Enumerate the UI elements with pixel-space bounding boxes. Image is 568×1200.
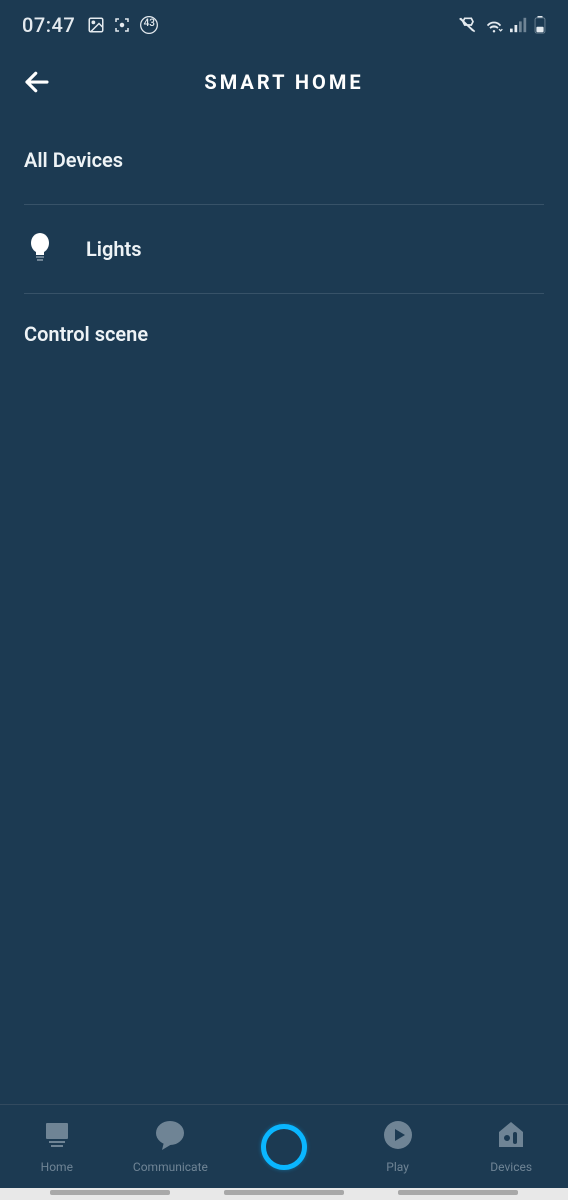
back-button[interactable] [22, 62, 62, 102]
notification-count-icon: 43 [139, 15, 159, 35]
device-row-lights[interactable]: Lights [0, 205, 568, 293]
alexa-ring-icon [261, 1124, 307, 1170]
nav-communicate[interactable]: Communicate [114, 1120, 228, 1174]
app-header: SMART HOME [0, 50, 568, 114]
signal-icon [510, 17, 528, 33]
speech-bubble-icon [154, 1120, 186, 1154]
all-devices-heading[interactable]: All Devices [0, 148, 568, 172]
fullscreen-icon [113, 16, 131, 34]
control-scene-heading[interactable]: Control scene [0, 294, 568, 374]
status-time: 07:47 [22, 13, 75, 37]
device-label: Lights [80, 237, 142, 261]
lightbulb-icon [24, 233, 56, 265]
play-icon [383, 1120, 413, 1154]
bottom-nav: Home Communicate Play [0, 1104, 568, 1188]
nav-alexa-button[interactable] [227, 1124, 341, 1170]
nav-label: Play [386, 1160, 409, 1174]
image-icon [87, 16, 105, 34]
devices-icon [496, 1120, 526, 1154]
page-title: SMART HOME [0, 70, 568, 94]
android-gesture-bar [0, 1188, 568, 1200]
wifi-icon [484, 17, 504, 33]
nav-label: Communicate [133, 1160, 208, 1174]
nav-devices[interactable]: Devices [454, 1120, 568, 1174]
battery-icon [534, 16, 546, 34]
nav-label: Home [41, 1160, 73, 1174]
home-icon [42, 1121, 72, 1153]
nav-label: Devices [490, 1160, 532, 1174]
vibrate-icon [458, 16, 478, 34]
status-bar: 07:47 43 [0, 0, 568, 50]
nav-home[interactable]: Home [0, 1120, 114, 1174]
nav-play[interactable]: Play [341, 1120, 455, 1174]
